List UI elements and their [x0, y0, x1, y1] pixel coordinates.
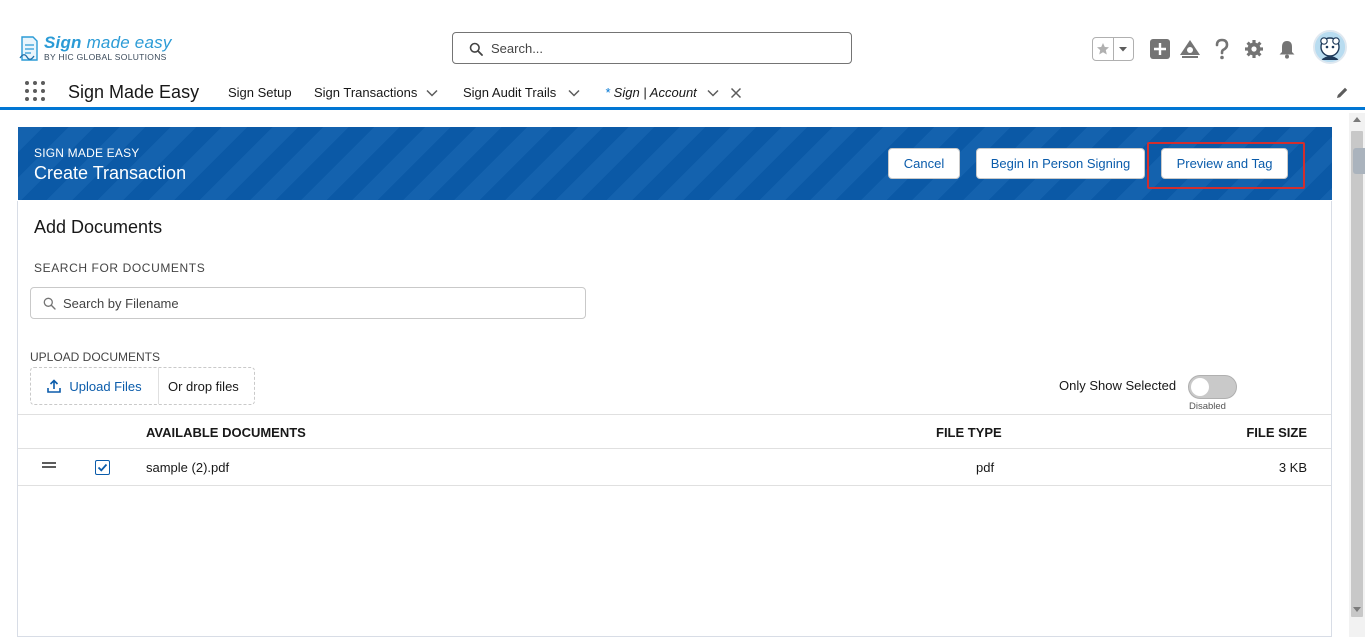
add-icon	[1150, 39, 1170, 59]
global-actions-button[interactable]	[1149, 38, 1171, 60]
only-show-selected-toggle[interactable]	[1188, 375, 1237, 399]
help-button[interactable]	[1211, 38, 1233, 60]
avatar[interactable]	[1313, 30, 1347, 64]
app-launcher-button[interactable]	[25, 81, 47, 103]
favorites-dropdown-button[interactable]	[1112, 38, 1133, 60]
notifications-button[interactable]	[1276, 38, 1298, 60]
scroll-up-icon[interactable]	[1353, 117, 1361, 122]
gear-icon	[1245, 40, 1263, 58]
star-icon	[1096, 43, 1109, 55]
trailhead-button[interactable]	[1179, 38, 1201, 60]
close-icon[interactable]	[729, 86, 743, 100]
document-file-type: pdf	[976, 460, 995, 475]
add-documents-card: Add Documents SEARCH FOR DOCUMENTS Searc…	[17, 201, 1332, 637]
drop-files-label: Or drop files	[168, 379, 239, 394]
upload-icon	[47, 379, 62, 393]
tab-sign-account-label: Sign | Account	[613, 85, 697, 100]
toggle-knob	[1191, 378, 1209, 396]
file-drop-zone[interactable]: Upload Files Or drop files	[30, 367, 255, 405]
search-section-label: SEARCH FOR DOCUMENTS	[34, 261, 206, 275]
row-select-checkbox[interactable]	[95, 460, 110, 475]
bell-icon	[1279, 41, 1295, 59]
nav-item-sign-transactions[interactable]: Sign Transactions	[314, 85, 417, 100]
favorite-star-button[interactable]	[1093, 38, 1113, 60]
nav-item-sign-setup[interactable]: Sign Setup	[228, 85, 292, 100]
column-header-file-type[interactable]: FILE TYPE	[936, 425, 1002, 440]
sign-made-easy-logo[interactable]: Sign made easy BY HIC GLOBAL SOLUTIONS	[18, 33, 188, 64]
upload-section-label: UPLOAD DOCUMENTS	[30, 350, 161, 364]
logo-title: Sign made easy	[44, 33, 172, 52]
upload-files-label: Upload Files	[69, 378, 142, 394]
search-icon	[469, 42, 483, 56]
documents-table: AVAILABLE DOCUMENTS FILE TYPE FILE SIZE …	[18, 414, 1331, 486]
astro-avatar-icon	[1315, 32, 1345, 62]
search-icon	[43, 297, 56, 310]
filename-search-placeholder: Search by Filename	[63, 296, 179, 311]
logo-subtitle: BY HIC GLOBAL SOLUTIONS	[44, 52, 167, 62]
scroll-down-icon[interactable]	[1353, 607, 1361, 612]
nav-item-sign-audit-trails[interactable]: Sign Audit Trails	[463, 85, 556, 100]
app-navigation-bar: Sign Made Easy Sign Setup Sign Transacti…	[0, 76, 1365, 110]
help-icon	[1215, 38, 1229, 60]
toggle-state-label: Disabled	[1189, 401, 1226, 412]
drag-handle-icon[interactable]	[42, 462, 56, 468]
column-header-available-documents[interactable]: AVAILABLE DOCUMENTS	[146, 425, 306, 440]
begin-in-person-signing-button[interactable]: Begin In Person Signing	[976, 148, 1145, 179]
page-scrollbar[interactable]	[1349, 113, 1365, 637]
upload-files-button[interactable]: Upload Files	[31, 368, 159, 404]
tab-sign-account[interactable]: * Sign | Account	[605, 85, 697, 100]
chevron-down-icon	[1119, 47, 1128, 52]
setup-button[interactable]	[1243, 38, 1265, 60]
document-name[interactable]: sample (2).pdf	[146, 460, 229, 475]
header-eyebrow: SIGN MADE EASY	[34, 146, 140, 160]
checkmark-icon	[97, 463, 108, 472]
favorites-group[interactable]	[1092, 37, 1134, 61]
trailhead-icon	[1180, 40, 1200, 58]
unsaved-indicator: *	[605, 85, 614, 100]
global-search-input[interactable]: Search...	[452, 32, 852, 64]
page-title: Create Transaction	[34, 163, 187, 183]
only-show-selected-label: Only Show Selected	[1059, 378, 1177, 393]
preview-and-tag-button[interactable]: Preview and Tag	[1161, 148, 1288, 179]
document-file-size: 3 KB	[1278, 460, 1307, 475]
app-name: Sign Made Easy	[68, 82, 200, 102]
table-row[interactable]: sample (2).pdf pdf 3 KB	[18, 449, 1331, 486]
scrollbar-thumb[interactable]	[1351, 131, 1363, 617]
filename-search-input[interactable]: Search by Filename	[30, 287, 586, 319]
card-title: Add Documents	[34, 217, 163, 237]
transaction-header: SIGN MADE EASY Create Transaction Cancel…	[18, 127, 1332, 200]
global-search-placeholder: Search...	[491, 41, 544, 56]
chevron-down-icon[interactable]	[706, 86, 720, 100]
chevron-down-icon[interactable]	[567, 86, 581, 100]
document-sign-icon	[19, 36, 38, 61]
cancel-button[interactable]: Cancel	[888, 148, 960, 179]
edit-nav-icon[interactable]	[1335, 86, 1349, 100]
global-header: Sign made easy BY HIC GLOBAL SOLUTIONS S…	[0, 0, 1365, 76]
chevron-down-icon[interactable]	[425, 86, 439, 100]
table-header: AVAILABLE DOCUMENTS FILE TYPE FILE SIZE	[18, 414, 1331, 449]
utility-side-tab[interactable]	[1353, 148, 1365, 174]
column-header-file-size[interactable]: FILE SIZE	[1246, 425, 1307, 440]
